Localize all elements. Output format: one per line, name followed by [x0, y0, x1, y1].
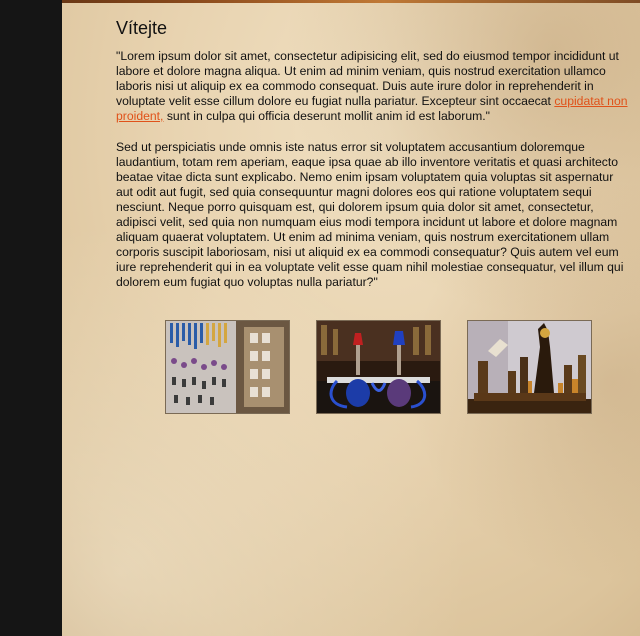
intro-text-end: sunt in culpa qui officia deserunt molli… — [163, 109, 490, 123]
intro-text-start: "Lorem ipsum dolor sit amet, consectetur… — [116, 49, 619, 108]
intro-paragraph: "Lorem ipsum dolor sit amet, consectetur… — [116, 49, 628, 124]
hookah-pipes-photo — [317, 321, 440, 413]
page-title: Vítejte — [116, 18, 168, 38]
top-accent-bar — [0, 0, 640, 3]
body-paragraph: Sed ut perspiciatis unde omnis iste natu… — [116, 140, 624, 289]
gallery-thumb-jewelry[interactable] — [165, 320, 290, 414]
photo-gallery — [165, 320, 595, 414]
egyptian-figurines-photo — [468, 321, 591, 413]
gallery-thumb-figurines[interactable] — [467, 320, 592, 414]
main-content: Vítejte "Lorem ipsum dolor sit amet, con… — [116, 18, 628, 306]
jewelry-display-photo — [166, 321, 289, 413]
gallery-thumb-hookahs[interactable] — [316, 320, 441, 414]
left-sidebar — [0, 0, 62, 636]
